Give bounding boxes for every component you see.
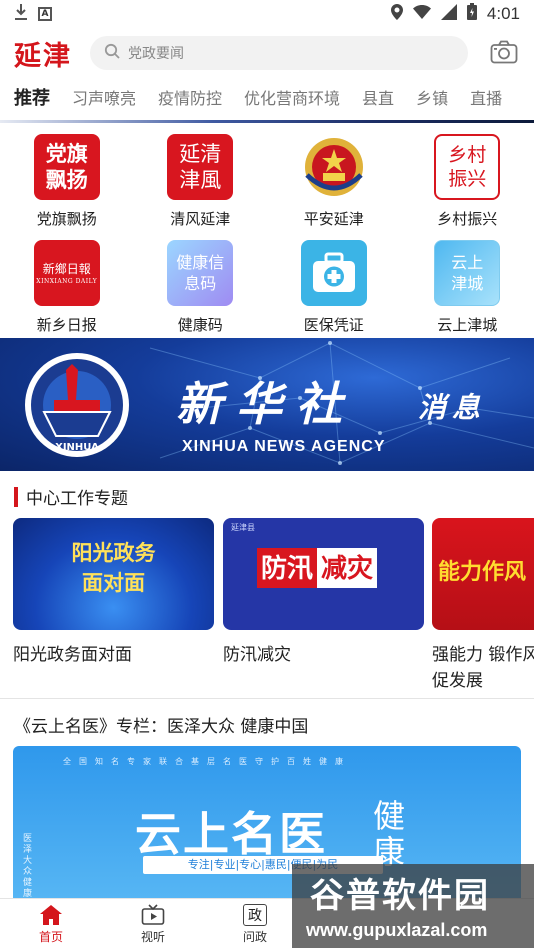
rural-icon-text: 乡村振兴 <box>448 144 487 190</box>
party-flag-icon-text: 党旗飘扬 <box>45 141 88 192</box>
topic-card-ability[interactable]: 能力作风 强能力 锻作风 促发展 <box>432 518 534 693</box>
tab-live[interactable]: 直播 <box>470 85 502 109</box>
tab-xi-voice[interactable]: 习声嘹亮 <box>72 85 136 109</box>
topic-card-flood[interactable]: 延津县 防汛 减灾 防汛减灾 <box>223 518 424 668</box>
grid-label: 云上津城 <box>437 316 498 334</box>
grid-label: 平安延津 <box>303 210 364 228</box>
topic-image: 延津县 防汛 减灾 <box>223 518 424 630</box>
grid-label: 清风延津 <box>170 210 231 228</box>
topic-card-sunshine[interactable]: 阳光政务 面对面 阳光政务面对面 <box>13 518 214 668</box>
topic-image: 能力作风 <box>432 518 534 630</box>
health-icon-text: 健康信息码 <box>176 253 225 293</box>
wifi-icon <box>412 4 431 24</box>
topic-title: 防汛减灾 <box>223 645 291 665</box>
topic-image-text: 防汛 <box>257 548 318 588</box>
nav-label: 问政 <box>242 930 267 944</box>
section-title: 中心工作专题 <box>26 489 128 509</box>
medical-kit-icon <box>300 240 367 306</box>
watermark: 谷普软件园 www.gupuxlazal.com <box>292 864 534 948</box>
tab-township[interactable]: 乡镇 <box>416 85 448 109</box>
watermark-url: www.gupuxlazal.com <box>306 920 488 940</box>
nav-label: 首页 <box>38 930 63 944</box>
nav-label: 视听 <box>140 930 165 944</box>
grid-item-medical[interactable]: 医保凭证 <box>267 240 401 346</box>
police-emblem-icon <box>301 134 367 200</box>
watermark-title: 谷普软件园 <box>310 876 490 916</box>
emblem-text: XINHUA <box>55 442 99 453</box>
topic-title: 阳光政务面对面 <box>13 645 132 665</box>
nav-av[interactable]: 视听 <box>102 899 204 950</box>
newspaper-icon: 新鄉日報 XINXIANG DAILY <box>33 240 100 306</box>
home-icon <box>39 904 63 926</box>
topic-image: 阳光政务 面对面 <box>13 518 214 630</box>
grid-item-clean-wind[interactable]: 延清津風 清风延津 <box>134 134 268 240</box>
topic-image-tag: 延津县 <box>231 523 255 532</box>
topic-carousel[interactable]: 阳光政务 面对面 阳光政务面对面 延津县 防汛 减灾 防汛减灾 能力作风 强能力… <box>13 518 534 693</box>
signal-icon <box>440 3 457 25</box>
banner-title: 新华社 <box>176 377 356 431</box>
app-screen: A 4:01 延津 党政要闻 推荐 习声嘹亮 疫情防控 优化营商环境 县直 乡镇… <box>0 0 534 950</box>
grid-label: 医保凭证 <box>303 316 364 334</box>
xinhua-emblem-icon: XINHUA <box>25 353 129 457</box>
clean-wind-icon-text: 延清津風 <box>179 142 222 192</box>
nav-politics[interactable]: 政 问政 <box>204 899 306 950</box>
health-code-icon: 健康信息码 <box>167 240 234 306</box>
newspaper-icon-text: 新鄉日報 <box>42 262 91 276</box>
app-logo: 延津 <box>14 40 72 72</box>
tab-business[interactable]: 优化营商环境 <box>244 85 340 109</box>
party-flag-icon: 党旗飘扬 <box>33 134 100 200</box>
banner-subtitle: XINHUA NEWS AGENCY <box>182 438 386 455</box>
grid-item-rural[interactable]: 乡村振兴 乡村振兴 <box>401 134 534 240</box>
service-grid: 党旗飘扬 党旗飘扬 延清津風 清风延津 平安延津 乡村振兴 乡村振兴 新鄉日報 … <box>0 134 534 346</box>
clean-wind-icon: 延清津風 <box>167 134 234 200</box>
poster-title: 云上名医 <box>135 807 327 861</box>
grid-item-newspaper[interactable]: 新鄉日報 XINXIANG DAILY 新乡日报 <box>0 240 134 346</box>
grid-item-health-code[interactable]: 健康信息码 健康码 <box>134 240 268 346</box>
tab-recommend[interactable]: 推荐 <box>14 84 50 110</box>
grid-item-cloud-city[interactable]: 云上津城 云上津城 <box>401 240 534 346</box>
notification-a-icon: A <box>38 7 52 21</box>
tab-epidemic[interactable]: 疫情防控 <box>158 85 222 109</box>
divider <box>0 698 534 699</box>
grid-label: 新乡日报 <box>36 316 97 334</box>
grid-item-party-flag[interactable]: 党旗飘扬 党旗飘扬 <box>0 134 134 240</box>
clock: 4:01 <box>486 4 520 23</box>
grid-label: 党旗飘扬 <box>36 210 97 228</box>
cloud-icon-text: 云上津城 <box>451 253 484 293</box>
location-icon <box>390 3 403 25</box>
search-bar[interactable]: 党政要闻 <box>90 36 468 70</box>
topic-image-text: 阳光政务 <box>71 541 156 565</box>
status-bar: A 4:01 <box>0 0 534 28</box>
politics-icon: 政 <box>243 904 267 926</box>
section-header: 中心工作专题 <box>14 484 128 509</box>
topic-image-text: 面对面 <box>82 571 145 595</box>
article-title[interactable]: 《云上名医》专栏：医泽大众 健康中国 <box>14 712 308 737</box>
cloud-city-icon: 云上津城 <box>434 240 501 306</box>
camera-icon[interactable] <box>490 40 518 64</box>
battery-icon <box>466 3 477 25</box>
tabs-divider <box>0 120 534 123</box>
app-header: 延津 党政要闻 <box>0 30 534 76</box>
download-icon <box>14 3 28 26</box>
topic-image-text: 减灾 <box>317 548 378 588</box>
grid-label: 健康码 <box>177 316 223 334</box>
grid-label: 乡村振兴 <box>437 210 498 228</box>
poster-dots-text: 全国知名专家联合基层名医守护百姓健康 <box>63 757 351 766</box>
banner-title-message: 消息 <box>418 391 487 424</box>
search-placeholder: 党政要闻 <box>128 46 184 62</box>
search-icon <box>104 43 120 63</box>
grid-item-safe[interactable]: 平安延津 <box>267 134 401 240</box>
xinhua-banner[interactable]: XINHUA 新华社 消息 XINHUA NEWS AGENCY <box>0 338 534 471</box>
topic-title: 强能力 锻作风 促发展 <box>432 645 534 691</box>
topic-image-text: 能力作风 <box>438 560 527 585</box>
politics-icon-text: 政 <box>248 908 262 924</box>
channel-tabs: 推荐 习声嘹亮 疫情防控 优化营商环境 县直 乡镇 直播 <box>0 78 534 116</box>
newspaper-icon-sub: XINXIANG DAILY <box>36 278 98 285</box>
section-accent <box>14 486 18 507</box>
poster-vertical-text: 医泽大众 健康中 <box>23 834 33 906</box>
rural-revitalization-icon: 乡村振兴 <box>434 134 501 200</box>
tv-icon <box>141 904 165 926</box>
tab-county[interactable]: 县直 <box>362 85 394 109</box>
nav-home[interactable]: 首页 <box>0 899 102 950</box>
